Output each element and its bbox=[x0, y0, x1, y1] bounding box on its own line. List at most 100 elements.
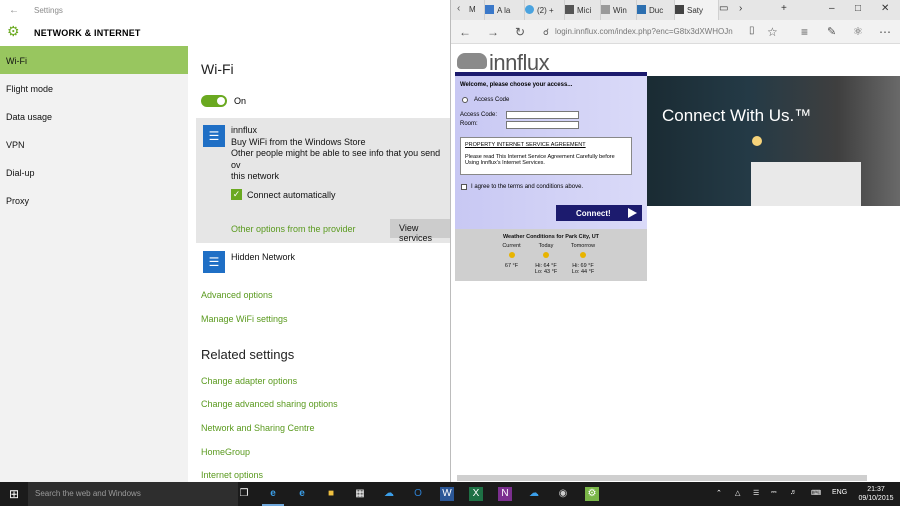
reading-view-icon[interactable]: ▯ bbox=[749, 25, 755, 36]
agreement-box[interactable]: PROPERTY INTERNET SERVICE AGREEMENT Plea… bbox=[460, 137, 632, 175]
tab-label: Duc bbox=[649, 6, 664, 15]
related-link-internet-options[interactable]: Internet options bbox=[201, 470, 263, 480]
windows-start-icon[interactable]: ⊞ bbox=[7, 487, 21, 501]
network-name: innflux bbox=[231, 125, 258, 135]
related-link-network-centre[interactable]: Network and Sharing Centre bbox=[201, 423, 315, 433]
power-icon[interactable]: ⎓ bbox=[771, 489, 777, 497]
sidebar-item-dial-up[interactable]: Dial-up bbox=[6, 168, 35, 178]
keyboard-icon[interactable]: ⌨ bbox=[811, 489, 821, 497]
tab-1[interactable]: M bbox=[469, 0, 485, 20]
sidebar-item-vpn[interactable]: VPN bbox=[6, 140, 25, 150]
store-icon[interactable]: ▦ bbox=[353, 487, 367, 501]
welcome-text: Welcome, please choose your access... bbox=[460, 82, 573, 88]
back-icon[interactable]: ← bbox=[459, 25, 471, 39]
tab-3[interactable]: (2) + bbox=[525, 0, 565, 20]
tab-4[interactable]: Mici bbox=[565, 0, 601, 20]
access-code-radio[interactable] bbox=[462, 97, 468, 103]
more-icon[interactable]: ⋯ bbox=[879, 25, 891, 39]
new-tab-icon[interactable]: + bbox=[781, 3, 787, 14]
volume-icon[interactable]: ♬ bbox=[790, 489, 797, 496]
word-icon[interactable]: W bbox=[440, 487, 454, 501]
related-link-sharing[interactable]: Change advanced sharing options bbox=[201, 399, 338, 409]
tab-6[interactable]: Duc bbox=[637, 0, 675, 20]
outlook-icon[interactable]: O bbox=[411, 487, 425, 501]
connect-button[interactable]: Connect! bbox=[556, 205, 642, 221]
manage-wifi-link[interactable]: Manage WiFi settings bbox=[201, 314, 288, 324]
settings-app-icon[interactable]: ⚙ bbox=[585, 487, 599, 501]
weather-value: Lo: 43 °F bbox=[534, 269, 558, 275]
related-link-homegroup[interactable]: HomeGroup bbox=[201, 447, 250, 457]
access-code-input[interactable] bbox=[506, 111, 579, 119]
sidebar: Wi-Fi Flight mode Data usage VPN Dial-up… bbox=[0, 46, 188, 482]
sun-icon bbox=[566, 252, 600, 260]
sun-icon bbox=[532, 252, 560, 260]
network-item-hidden[interactable]: Hidden Network bbox=[231, 252, 295, 264]
tab-scroll-right-icon[interactable]: › bbox=[739, 3, 742, 14]
sidebar-item-data-usage[interactable]: Data usage bbox=[6, 112, 52, 122]
settings-header: ⚙ NETWORK & INTERNET bbox=[0, 20, 450, 46]
hub-icon[interactable]: ≡ bbox=[801, 25, 808, 39]
twitter-icon bbox=[525, 5, 534, 14]
close-icon[interactable]: ✕ bbox=[881, 3, 889, 14]
wifi-tray-icon[interactable]: ☰ bbox=[753, 489, 759, 497]
sidebar-item-wifi[interactable]: Wi-Fi bbox=[6, 56, 27, 66]
tab-favicon-icon bbox=[565, 5, 574, 14]
address-bar[interactable]: login.innflux.com/index.php?enc=G8tx3dXW… bbox=[555, 27, 733, 36]
room-input[interactable] bbox=[506, 121, 579, 129]
related-link-adapter[interactable]: Change adapter options bbox=[201, 376, 297, 386]
network-line: Buy WiFi from the Windows Store bbox=[231, 136, 366, 147]
notification-icon[interactable]: △ bbox=[735, 489, 740, 497]
toggle-label: On bbox=[234, 96, 247, 106]
network-details: innflux Buy WiFi from the Windows Store … bbox=[231, 125, 450, 183]
file-explorer-icon[interactable]: ■ bbox=[324, 487, 338, 501]
minimize-icon[interactable]: – bbox=[829, 3, 835, 14]
sidebar-item-flight-mode[interactable]: Flight mode bbox=[6, 84, 53, 94]
other-options-link[interactable]: Other options from the provider bbox=[231, 224, 356, 234]
sidebar-item-proxy[interactable]: Proxy bbox=[6, 196, 29, 206]
view-services-button[interactable]: View services bbox=[390, 219, 450, 243]
connect-automatically-checkbox[interactable]: ✓ bbox=[231, 189, 242, 200]
tab-5[interactable]: Win bbox=[601, 0, 637, 20]
back-arrow-icon[interactable]: ← bbox=[9, 5, 19, 16]
maximize-icon[interactable]: □ bbox=[855, 3, 861, 14]
excel-icon[interactable]: X bbox=[469, 487, 483, 501]
share-icon[interactable]: ⚛ bbox=[853, 25, 863, 38]
tray-chevron-icon[interactable]: ⌃ bbox=[716, 489, 722, 497]
play-arrow-icon bbox=[628, 208, 638, 218]
weather-col-current: Current 67 °F bbox=[499, 243, 524, 269]
taskbar-search[interactable]: Search the web and Windows bbox=[28, 482, 238, 506]
tab-scroll-left-icon[interactable]: ‹ bbox=[457, 3, 460, 14]
favorite-star-icon[interactable]: ☆ bbox=[767, 25, 778, 39]
wifi-toggle[interactable] bbox=[201, 95, 227, 107]
onenote-icon[interactable]: N bbox=[498, 487, 512, 501]
tab-label: Win bbox=[613, 6, 627, 15]
cloud-icon[interactable]: ☁ bbox=[527, 487, 541, 501]
network-line: this network bbox=[231, 171, 280, 181]
edge-icon[interactable]: e bbox=[266, 487, 280, 501]
tab-active[interactable]: Saty bbox=[675, 0, 719, 20]
onedrive-icon[interactable]: ☁ bbox=[382, 487, 396, 501]
connect-label: Connect! bbox=[576, 209, 611, 218]
advanced-options-link[interactable]: Advanced options bbox=[201, 290, 273, 300]
clock[interactable]: 21:37 09/10/2015 bbox=[857, 485, 895, 503]
agreement-text: Using Innflux's Internet Services. bbox=[465, 160, 545, 166]
forward-icon[interactable]: → bbox=[487, 25, 499, 39]
refresh-icon[interactable]: ↻ bbox=[515, 25, 525, 39]
language-indicator[interactable]: ENG bbox=[832, 489, 847, 496]
web-note-icon[interactable]: ✎ bbox=[827, 25, 836, 38]
wifi-icon: ☰ bbox=[203, 125, 225, 147]
tab-label: A la bbox=[497, 6, 511, 15]
weather-col-tomorrow: Tomorrow Hi: 69 °F Lo: 44 °F bbox=[566, 243, 600, 275]
agree-checkbox[interactable] bbox=[461, 184, 467, 190]
task-view-icon[interactable]: ❐ bbox=[237, 487, 251, 501]
access-code-option-label: Access Code bbox=[474, 97, 510, 103]
internet-explorer-icon[interactable]: e bbox=[295, 487, 309, 501]
weather-value: 67 °F bbox=[504, 263, 519, 269]
app-icon[interactable]: ◉ bbox=[556, 487, 570, 501]
tab-2[interactable]: A la bbox=[485, 0, 525, 20]
sun-icon bbox=[499, 252, 524, 260]
tab-favicon-icon bbox=[601, 5, 610, 14]
taskbar: ⊞ Search the web and Windows ❐ e e ■ ▦ ☁… bbox=[0, 482, 900, 506]
tab-preview-icon[interactable]: ▭ bbox=[719, 3, 728, 14]
horizontal-scrollbar[interactable] bbox=[457, 475, 867, 481]
